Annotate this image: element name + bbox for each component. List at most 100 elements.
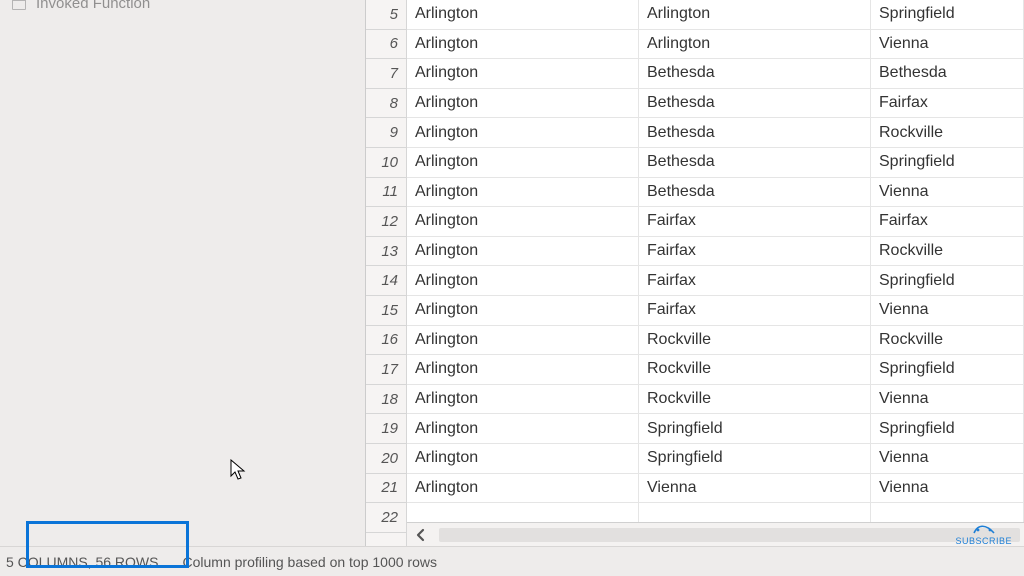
table-cell[interactable]: Rockville [871, 118, 1024, 147]
table-cell[interactable]: Rockville [639, 326, 871, 355]
table-cell[interactable]: Fairfax [871, 207, 1024, 236]
row-number-cell[interactable]: 11 [366, 178, 406, 208]
table-cell[interactable]: Arlington [407, 444, 639, 473]
row-number-cell[interactable]: 20 [366, 444, 406, 474]
table-cell[interactable]: Vienna [871, 178, 1024, 207]
table-cell[interactable]: Bethesda [639, 118, 871, 147]
table-cell[interactable]: Arlington [407, 148, 639, 177]
row-number-cell[interactable]: 19 [366, 414, 406, 444]
table-cell[interactable]: Springfield [871, 355, 1024, 384]
table-cell[interactable] [407, 503, 639, 522]
table-cell[interactable]: Bethesda [639, 59, 871, 88]
table-cell[interactable]: Vienna [871, 474, 1024, 503]
row-number-cell[interactable]: 8 [366, 89, 406, 119]
table-cell[interactable]: Rockville [639, 385, 871, 414]
status-summary: 5 COLUMNS, 56 ROWS [6, 554, 158, 570]
table-cell[interactable]: Fairfax [871, 89, 1024, 118]
table-cell[interactable]: Arlington [407, 178, 639, 207]
table-row[interactable]: ArlingtonViennaVienna [407, 474, 1024, 504]
table-cell[interactable]: Arlington [639, 0, 871, 29]
table-row[interactable]: ArlingtonBethesdaVienna [407, 178, 1024, 208]
table-cell[interactable]: Rockville [639, 355, 871, 384]
scroll-left-arrow[interactable] [407, 523, 435, 546]
table-cell[interactable]: Arlington [407, 118, 639, 147]
table-row[interactable]: ArlingtonFairfaxSpringfield [407, 266, 1024, 296]
row-number-cell[interactable]: 10 [366, 148, 406, 178]
table-cell[interactable]: Bethesda [639, 178, 871, 207]
table-row[interactable]: ArlingtonFairfaxRockville [407, 237, 1024, 267]
table-cell[interactable]: Arlington [407, 59, 639, 88]
table-row[interactable]: ArlingtonBethesdaFairfax [407, 89, 1024, 119]
table-cell[interactable]: Arlington [407, 326, 639, 355]
subscribe-watermark: SUBSCRIBE [955, 521, 1012, 546]
query-item-invoked-function[interactable]: Invoked Function [0, 0, 365, 16]
table-cell[interactable]: Arlington [407, 30, 639, 59]
table-cell[interactable]: Arlington [407, 414, 639, 443]
table-row[interactable]: ArlingtonArlingtonVienna [407, 30, 1024, 60]
table-row[interactable]: ArlingtonRockvilleRockville [407, 326, 1024, 356]
row-number-cell[interactable]: 5 [366, 0, 406, 30]
table-row[interactable]: ArlingtonRockvilleSpringfield [407, 355, 1024, 385]
scroll-track[interactable] [439, 528, 1020, 542]
table-cell[interactable]: Vienna [871, 385, 1024, 414]
table-cell[interactable]: Springfield [639, 444, 871, 473]
table-cell[interactable] [871, 503, 1024, 522]
horizontal-scrollbar[interactable] [407, 522, 1024, 546]
table-row[interactable]: ArlingtonRockvilleVienna [407, 385, 1024, 415]
row-number-cell[interactable]: 15 [366, 296, 406, 326]
data-grid[interactable]: 5678910111213141516171819202122 Arlingto… [366, 0, 1024, 546]
status-profile-text: Column profiling based on top 1000 rows [182, 554, 437, 570]
table-cell[interactable]: Arlington [407, 474, 639, 503]
row-number-cell[interactable]: 14 [366, 266, 406, 296]
table-cell[interactable]: Springfield [871, 266, 1024, 295]
table-cell[interactable]: Arlington [407, 237, 639, 266]
table-cell[interactable]: Arlington [407, 89, 639, 118]
table-cell[interactable]: Vienna [871, 444, 1024, 473]
table-cell[interactable]: Fairfax [639, 296, 871, 325]
status-bar: 5 COLUMNS, 56 ROWS Column profiling base… [0, 546, 1024, 576]
table-row[interactable]: ArlingtonFairfaxVienna [407, 296, 1024, 326]
table-cell[interactable]: Bethesda [639, 89, 871, 118]
table-row[interactable]: ArlingtonBethesdaRockville [407, 118, 1024, 148]
row-number-cell[interactable]: 6 [366, 30, 406, 60]
table-row[interactable] [407, 503, 1024, 522]
table-cell[interactable]: Arlington [407, 385, 639, 414]
row-number-cell[interactable]: 21 [366, 474, 406, 504]
table-cell[interactable]: Vienna [871, 30, 1024, 59]
row-number-cell[interactable]: 17 [366, 355, 406, 385]
table-cell[interactable]: Rockville [871, 237, 1024, 266]
table-cell[interactable] [639, 503, 871, 522]
table-row[interactable]: ArlingtonBethesdaBethesda [407, 59, 1024, 89]
row-number-cell[interactable]: 13 [366, 237, 406, 267]
table-row[interactable]: ArlingtonArlingtonSpringfield [407, 0, 1024, 30]
table-row[interactable]: ArlingtonBethesdaSpringfield [407, 148, 1024, 178]
table-cell[interactable]: Arlington [407, 0, 639, 29]
table-cell[interactable]: Fairfax [639, 237, 871, 266]
table-row[interactable]: ArlingtonFairfaxFairfax [407, 207, 1024, 237]
table-cell[interactable]: Vienna [871, 296, 1024, 325]
table-row[interactable]: ArlingtonSpringfieldSpringfield [407, 414, 1024, 444]
table-cell[interactable]: Bethesda [871, 59, 1024, 88]
table-cell[interactable]: Arlington [407, 266, 639, 295]
table-cell[interactable]: Springfield [871, 0, 1024, 29]
table-cell[interactable]: Bethesda [639, 148, 871, 177]
table-cell[interactable]: Arlington [639, 30, 871, 59]
row-number-cell[interactable]: 16 [366, 326, 406, 356]
table-cell[interactable]: Springfield [639, 414, 871, 443]
row-number-cell[interactable]: 12 [366, 207, 406, 237]
table-cell[interactable]: Arlington [407, 355, 639, 384]
row-number-cell[interactable]: 22 [366, 503, 406, 533]
subscribe-label: SUBSCRIBE [955, 536, 1012, 546]
table-cell[interactable]: Arlington [407, 296, 639, 325]
row-number-cell[interactable]: 7 [366, 59, 406, 89]
table-cell[interactable]: Springfield [871, 414, 1024, 443]
table-cell[interactable]: Fairfax [639, 207, 871, 236]
table-cell[interactable]: Arlington [407, 207, 639, 236]
table-cell[interactable]: Rockville [871, 326, 1024, 355]
table-cell[interactable]: Springfield [871, 148, 1024, 177]
table-cell[interactable]: Fairfax [639, 266, 871, 295]
table-cell[interactable]: Vienna [639, 474, 871, 503]
row-number-cell[interactable]: 9 [366, 118, 406, 148]
row-number-cell[interactable]: 18 [366, 385, 406, 415]
table-row[interactable]: ArlingtonSpringfieldVienna [407, 444, 1024, 474]
